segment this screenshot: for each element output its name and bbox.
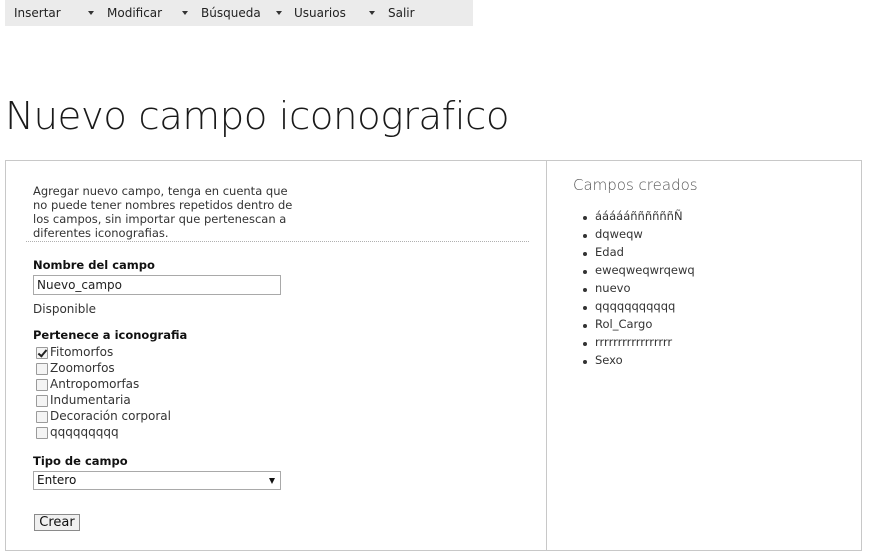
menu-modificar[interactable]: Modificar bbox=[107, 6, 162, 20]
chevron-down-icon[interactable] bbox=[88, 11, 94, 15]
dropdown-arrow-icon bbox=[269, 478, 275, 484]
list-item: eweqweqwrqewq bbox=[583, 263, 695, 281]
menu-busqueda[interactable]: Búsqueda bbox=[201, 6, 261, 20]
list-item: dqweqw bbox=[583, 227, 695, 245]
divider bbox=[26, 241, 529, 242]
list-item: qqqqqqqqqqq bbox=[583, 299, 695, 317]
menu-insertar[interactable]: Insertar bbox=[14, 6, 61, 20]
create-button[interactable]: Crear bbox=[34, 514, 80, 531]
chevron-down-icon[interactable] bbox=[369, 11, 375, 15]
iconography-label: Pertenece a iconografia bbox=[33, 328, 188, 342]
checkbox[interactable] bbox=[36, 347, 48, 359]
page-title: Nuevo campo iconografico bbox=[5, 94, 510, 138]
field-name-label: Nombre del campo bbox=[33, 258, 155, 272]
created-fields-title: Campos creados bbox=[573, 176, 698, 194]
instruction-line: Agregar nuevo campo, tenga en cuenta que bbox=[33, 184, 288, 198]
checkbox[interactable] bbox=[36, 427, 48, 439]
checkbox[interactable] bbox=[36, 363, 48, 375]
list-item: Rol_Cargo bbox=[583, 317, 695, 335]
chevron-down-icon[interactable] bbox=[182, 11, 188, 15]
list-item: áááááññññññÑ bbox=[583, 209, 695, 227]
checkbox-label: qqqqqqqqq bbox=[50, 425, 119, 439]
created-fields-panel: Campos creados áááááññññññÑ dqweqw Edad … bbox=[546, 160, 862, 551]
menu-usuarios[interactable]: Usuarios bbox=[294, 6, 346, 20]
list-item: Sexo bbox=[583, 353, 695, 371]
checkbox[interactable] bbox=[36, 411, 48, 423]
form-instructions: Agregar nuevo campo, tenga en cuenta que… bbox=[33, 184, 295, 240]
instruction-line: los campos, sin importar que pertenescan… bbox=[33, 212, 287, 226]
instruction-line: diferentes iconografias. bbox=[33, 226, 169, 240]
checkbox[interactable] bbox=[36, 395, 48, 407]
selected-option: Entero bbox=[37, 473, 77, 487]
field-type-select[interactable]: Entero bbox=[33, 471, 281, 490]
chevron-down-icon[interactable] bbox=[276, 11, 282, 15]
top-menu-bar: Insertar Modificar Búsqueda Usuarios Sal… bbox=[5, 0, 473, 26]
new-field-form: Agregar nuevo campo, tenga en cuenta que… bbox=[5, 160, 546, 551]
list-item: rrrrrrrrrrrrrrrrr bbox=[583, 335, 695, 353]
list-item: Edad bbox=[583, 245, 695, 263]
checkbox-label: Antropomorfas bbox=[50, 377, 140, 391]
list-item: nuevo bbox=[583, 281, 695, 299]
availability-status: Disponible bbox=[33, 302, 97, 316]
checkbox-label: Fitomorfos bbox=[50, 345, 114, 359]
checkbox[interactable] bbox=[36, 379, 48, 391]
checkbox-label: Decoración corporal bbox=[50, 409, 171, 423]
menu-salir[interactable]: Salir bbox=[388, 6, 415, 20]
checkbox-label: Zoomorfos bbox=[50, 361, 115, 375]
checkbox-label: Indumentaria bbox=[50, 393, 131, 407]
instruction-line: no puede tener nombres repetidos dentro … bbox=[33, 198, 293, 212]
field-type-label: Tipo de campo bbox=[33, 454, 128, 468]
field-name-input[interactable] bbox=[33, 275, 281, 295]
created-fields-list: áááááññññññÑ dqweqw Edad eweqweqwrqewq n… bbox=[583, 209, 695, 371]
